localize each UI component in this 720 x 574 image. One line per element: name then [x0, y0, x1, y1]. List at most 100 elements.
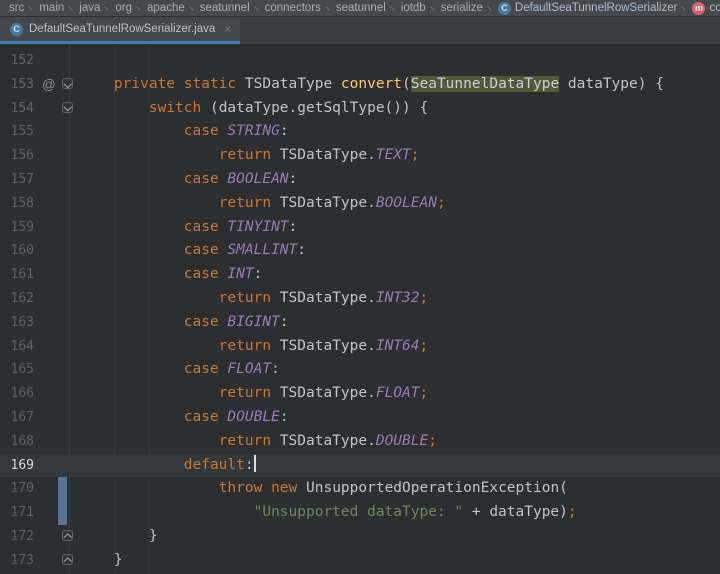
code-line[interactable]: return TSDataType.DOUBLE;: [79, 430, 437, 454]
nav-item-org[interactable]: org: [115, 2, 132, 14]
nav-item-label: serialize: [440, 2, 483, 14]
gutter: [34, 430, 79, 454]
tab-file[interactable]: C DefaultSeaTunnelRowSerializer.java ×: [0, 17, 241, 44]
line-number[interactable]: 153: [0, 73, 34, 97]
gutter: [34, 168, 79, 192]
fold-collapse-icon[interactable]: [62, 102, 73, 114]
nav-item-DefaultSeaTunnelRowSerializer[interactable]: C DefaultSeaTunnelRowSerializer: [497, 1, 677, 15]
breadcrumb-separator-icon: [68, 5, 73, 11]
breadcrumb-separator-icon: [136, 5, 141, 11]
code-line[interactable]: case FLOAT:: [79, 358, 280, 382]
breadcrumb-separator-icon: [430, 5, 435, 11]
vcs-change-marker[interactable]: [58, 477, 67, 502]
code-line[interactable]: "Unsupported dataType: " + dataType);: [79, 501, 577, 525]
editor-row: 173 }: [0, 549, 720, 573]
gutter: @: [34, 73, 79, 97]
fold-collapse-icon[interactable]: [62, 78, 73, 90]
line-number[interactable]: 170: [0, 477, 34, 501]
line-number[interactable]: 166: [0, 382, 34, 406]
nav-item-seatunnel[interactable]: seatunnel: [200, 2, 250, 14]
nav-item-apache[interactable]: apache: [147, 2, 185, 14]
editor-row: 152: [0, 49, 720, 73]
gutter: [34, 382, 79, 406]
nav-item-main[interactable]: main: [39, 2, 64, 14]
line-number[interactable]: 154: [0, 97, 34, 121]
code-line[interactable]: throw new UnsupportedOperationException(: [79, 477, 568, 501]
code-line[interactable]: case DOUBLE:: [79, 406, 289, 430]
editor-row: 153 @ private static TSDataType convert(S…: [0, 73, 720, 97]
code-line[interactable]: case BOOLEAN:: [79, 168, 298, 192]
breadcrumb-separator-icon: [254, 5, 259, 11]
breadcrumb-separator-icon: [325, 5, 330, 11]
nav-item-label: connectors: [264, 2, 321, 14]
line-number[interactable]: 162: [0, 287, 34, 311]
editor-row: 165 case FLOAT:: [0, 358, 720, 382]
chevron-up-icon: [64, 557, 72, 566]
code-line[interactable]: default:: [79, 454, 256, 478]
code-line[interactable]: return TSDataType.INT32;: [79, 287, 429, 311]
gutter: [34, 525, 79, 549]
editor-row: 172 }: [0, 525, 720, 549]
code-line[interactable]: private static TSDataType convert(SeaTun…: [79, 73, 664, 97]
line-number[interactable]: 157: [0, 168, 34, 192]
line-number[interactable]: 156: [0, 144, 34, 168]
line-number[interactable]: 161: [0, 263, 34, 287]
nav-item-label: main: [39, 2, 65, 14]
line-number[interactable]: 171: [0, 501, 34, 525]
gutter: [34, 216, 79, 240]
line-number[interactable]: 168: [0, 430, 34, 454]
close-icon[interactable]: ×: [224, 22, 231, 36]
nav-item-seatunnel[interactable]: seatunnel: [336, 2, 386, 14]
line-number[interactable]: 167: [0, 406, 34, 430]
line-number[interactable]: 160: [0, 239, 34, 263]
code-line[interactable]: case BIGINT:: [79, 311, 289, 335]
line-number[interactable]: 165: [0, 358, 34, 382]
editor-row: 155 case STRING:: [0, 120, 720, 144]
tab-title: DefaultSeaTunnelRowSerializer.java: [29, 23, 216, 35]
line-number[interactable]: 164: [0, 335, 34, 359]
editor-row: 161 case INT:: [0, 263, 720, 287]
line-number[interactable]: 158: [0, 192, 34, 216]
code-line[interactable]: switch (dataType.getSqlType()) {: [79, 97, 428, 121]
code-line[interactable]: return TSDataType.BOOLEAN;: [79, 192, 446, 216]
nav-item-serialize[interactable]: serialize: [441, 2, 483, 14]
nav-item-convert[interactable]: mconvert: [692, 1, 720, 15]
editor-row: 164 return TSDataType.INT64;: [0, 335, 720, 359]
editor-row: 160 case SMALLINT:: [0, 239, 720, 263]
method-icon: m: [692, 1, 706, 15]
text-caret: [253, 454, 256, 472]
breadcrumb-separator-icon: [104, 5, 110, 11]
line-number[interactable]: 173: [0, 549, 34, 573]
fold-end-icon[interactable]: [62, 554, 73, 566]
code-line[interactable]: }: [79, 525, 158, 549]
nav-item-label: convert: [709, 2, 720, 14]
editor-row: 166 return TSDataType.FLOAT;: [0, 382, 720, 406]
line-number[interactable]: 152: [0, 49, 34, 73]
code-line[interactable]: return TSDataType.FLOAT;: [79, 382, 429, 406]
code-line[interactable]: return TSDataType.TEXT;: [79, 144, 420, 168]
line-number[interactable]: 159: [0, 216, 34, 240]
line-number[interactable]: 155: [0, 120, 34, 144]
code-line[interactable]: case SMALLINT:: [79, 239, 306, 263]
gutter: [34, 120, 79, 144]
line-number[interactable]: 163: [0, 311, 34, 335]
editor-row: 154 switch (dataType.getSqlType()) {: [0, 97, 720, 121]
code-line[interactable]: case STRING:: [79, 120, 289, 144]
code-line[interactable]: }: [79, 549, 123, 573]
nav-item-java[interactable]: java: [79, 2, 100, 14]
chevron-down-icon: [64, 79, 72, 88]
nav-item-connectors[interactable]: connectors: [265, 2, 321, 14]
code-line[interactable]: return TSDataType.INT64;: [79, 335, 429, 359]
code-line[interactable]: case INT:: [79, 263, 263, 287]
fold-end-icon[interactable]: [62, 530, 73, 542]
vcs-change-marker[interactable]: [58, 501, 67, 525]
nav-item-src[interactable]: src: [9, 2, 24, 14]
chevron-up-icon: [64, 533, 72, 542]
nav-item-iotdb[interactable]: iotdb: [401, 2, 426, 14]
line-number[interactable]: 172: [0, 525, 34, 549]
annotation-gutter-icon: @: [42, 76, 56, 92]
gutter: [34, 477, 79, 502]
line-number[interactable]: 169: [0, 454, 34, 478]
editor-rows: 152 153 @ private static TSDataType conver…: [0, 44, 720, 573]
code-line[interactable]: case TINYINT:: [79, 216, 298, 240]
